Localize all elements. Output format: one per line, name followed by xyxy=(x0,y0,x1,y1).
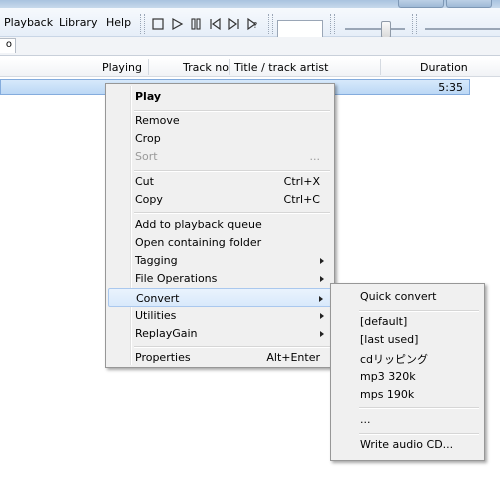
menu-item-label: mp3 320k xyxy=(360,370,416,383)
previous-icon[interactable] xyxy=(208,17,222,31)
convert-submenu: Quick convert [default] [last used] cdリッ… xyxy=(330,283,485,461)
submenu-item-last-used[interactable]: [last used] xyxy=(333,330,482,349)
menu-item-copy[interactable]: Copy Ctrl+C xyxy=(108,190,332,209)
column-title-artist[interactable]: Title / track artist xyxy=(234,61,328,74)
menu-item-label: Crop xyxy=(135,132,161,145)
menu-item-replaygain[interactable]: ReplayGain xyxy=(108,324,332,343)
svg-text:?: ? xyxy=(253,21,257,30)
menu-item-label: Tagging xyxy=(135,254,178,267)
play-icon[interactable] xyxy=(170,17,184,31)
menu-item-play[interactable]: Play xyxy=(108,87,332,106)
menu-item-tagging[interactable]: Tagging xyxy=(108,251,332,270)
menu-item-label: ReplayGain xyxy=(135,327,198,340)
menu-item-remove[interactable]: Remove xyxy=(108,111,332,130)
submenu-arrow-icon xyxy=(320,331,324,337)
toolbar-grip xyxy=(412,14,417,34)
column-playing[interactable]: Playing xyxy=(102,61,142,74)
menu-item-label: File Operations xyxy=(135,272,218,285)
submenu-arrow-icon xyxy=(320,313,324,319)
submenu-item-quick-convert[interactable]: Quick convert xyxy=(333,287,482,306)
menu-item-label: Properties xyxy=(135,351,191,364)
menu-item-label: Add to playback queue xyxy=(135,218,262,231)
column-divider[interactable] xyxy=(148,59,149,75)
submenu-item-mps-190k[interactable]: mps 190k xyxy=(333,385,482,404)
menu-item-label: Convert xyxy=(136,292,180,305)
column-header: Playing Track no Title / track artist Du… xyxy=(0,58,500,77)
submenu-item-mp3-320k[interactable]: mp3 320k xyxy=(333,367,482,386)
menu-playback[interactable]: Playback xyxy=(4,16,53,29)
column-divider[interactable] xyxy=(229,59,230,75)
context-menu: Play Remove Crop Sort ... Cut Ctrl+X Cop… xyxy=(105,83,335,368)
menu-item-label: Play xyxy=(135,90,162,103)
toolbar-grip xyxy=(268,14,273,34)
menu-help[interactable]: Help xyxy=(106,16,131,29)
submenu-arrow-icon xyxy=(319,296,323,302)
minimize-button[interactable] xyxy=(398,0,444,8)
column-duration[interactable]: Duration xyxy=(420,61,468,74)
menu-item-label: Open containing folder xyxy=(135,236,262,249)
menu-item-label: [last used] xyxy=(360,333,419,346)
menu-item-label: ... xyxy=(360,413,371,426)
submenu-item-default[interactable]: [default] xyxy=(333,312,482,331)
next-icon[interactable] xyxy=(227,17,241,31)
seek-track[interactable] xyxy=(345,28,405,30)
menu-bar: Playback Library Help ? xyxy=(0,8,500,40)
submenu-arrow-icon xyxy=(320,258,324,264)
column-divider[interactable] xyxy=(380,59,381,75)
title-bar-strip xyxy=(0,0,500,8)
submenu-item-write-audio-cd[interactable]: Write audio CD... xyxy=(333,435,482,454)
maximize-button[interactable] xyxy=(446,0,492,8)
submenu-item-cd-rip[interactable]: cdリッピング xyxy=(333,348,482,367)
menu-item-open-folder[interactable]: Open containing folder xyxy=(108,233,332,252)
submenu-arrow-icon xyxy=(320,276,324,282)
menu-item-convert[interactable]: Convert xyxy=(108,288,332,307)
menu-item-label: Sort xyxy=(135,150,158,163)
menu-item-cut[interactable]: Cut Ctrl+X xyxy=(108,172,332,191)
menu-separator xyxy=(134,212,330,214)
menu-separator xyxy=(359,407,479,409)
menu-item-label: Cut xyxy=(135,175,154,188)
menu-item-label: cdリッピング xyxy=(360,353,429,366)
pause-icon[interactable] xyxy=(189,17,203,31)
menu-library[interactable]: Library xyxy=(59,16,97,29)
menu-item-shortcut: Alt+Enter xyxy=(266,351,320,364)
menu-item-label: Quick convert xyxy=(360,290,437,303)
menu-item-file-operations[interactable]: File Operations xyxy=(108,269,332,288)
playlist-tab-strip: o xyxy=(0,37,500,56)
menu-item-label: mps 190k xyxy=(360,388,415,401)
menu-item-shortcut: Ctrl+X xyxy=(283,175,320,188)
column-track-no[interactable]: Track no xyxy=(183,61,229,74)
menu-item-ellipsis: ... xyxy=(309,150,321,163)
submenu-item-more[interactable]: ... xyxy=(333,410,482,429)
menu-item-label: Utilities xyxy=(135,309,177,322)
playlist-tab[interactable]: o xyxy=(0,38,16,53)
menu-item-label: Remove xyxy=(135,114,180,127)
toolbar-grip xyxy=(140,14,145,34)
toolbar-grip xyxy=(330,14,335,34)
menu-item-add-to-queue[interactable]: Add to playback queue xyxy=(108,215,332,234)
menu-item-utilities[interactable]: Utilities xyxy=(108,306,332,325)
menu-item-sort: Sort ... xyxy=(108,147,332,166)
random-icon[interactable]: ? xyxy=(246,17,260,31)
menu-item-shortcut: Ctrl+C xyxy=(283,193,320,206)
volume-track[interactable] xyxy=(425,28,500,30)
track-duration: 5:35 xyxy=(438,81,463,94)
menu-item-properties[interactable]: Properties Alt+Enter xyxy=(108,348,332,367)
menu-item-label: [default] xyxy=(360,315,408,328)
menu-item-label: Copy xyxy=(135,193,163,206)
menu-item-label: Write audio CD... xyxy=(360,438,454,451)
seek-slider-thumb[interactable] xyxy=(381,21,391,38)
stop-icon[interactable] xyxy=(151,17,165,31)
menu-item-crop[interactable]: Crop xyxy=(108,129,332,148)
